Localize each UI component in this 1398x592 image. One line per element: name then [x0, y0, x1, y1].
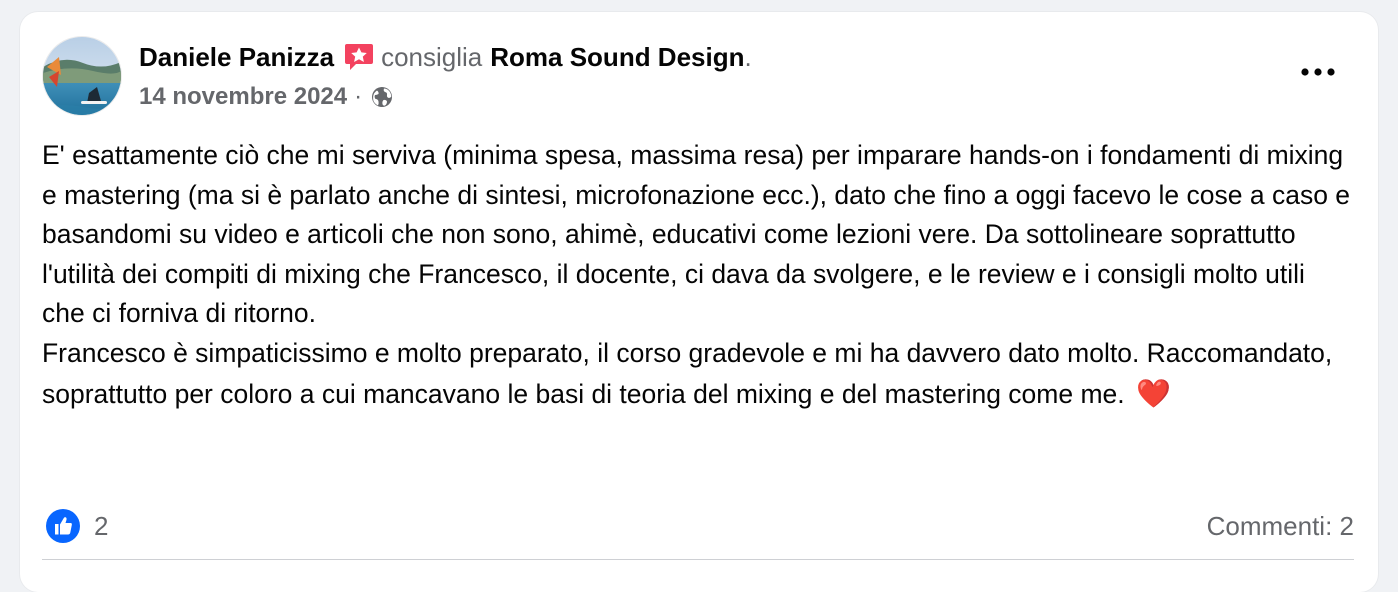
- header-period: .: [744, 42, 752, 72]
- post-body-text: E' esattamente ciò che mi serviva (minim…: [42, 140, 1351, 409]
- author-name[interactable]: Daniele Panizza: [139, 40, 334, 74]
- meta-separator: ·: [354, 83, 363, 110]
- author-avatar[interactable]: [42, 36, 122, 116]
- recommend-verb: consiglia: [381, 42, 483, 72]
- page-name-link[interactable]: Roma Sound Design: [490, 40, 744, 74]
- heart-emoji: ❤️: [1136, 377, 1171, 409]
- like-thumb-icon[interactable]: [46, 509, 80, 543]
- actions-divider: [42, 559, 1354, 560]
- review-post-card: Daniele Panizza consiglia Roma Sound Des…: [20, 12, 1378, 592]
- post-header: Daniele Panizza consiglia Roma Sound Des…: [139, 40, 752, 74]
- recommend-star-icon: [343, 41, 375, 73]
- more-options-button[interactable]: [1298, 58, 1338, 86]
- post-meta: 14 novembre 2024 ·: [139, 82, 394, 112]
- post-date[interactable]: 14 novembre 2024: [139, 82, 347, 112]
- post-body: E' esattamente ciò che mi serviva (minim…: [42, 136, 1352, 414]
- avatar-photo: [43, 37, 121, 115]
- comments-count-link[interactable]: Commenti: 2: [1207, 510, 1354, 542]
- globe-icon: [370, 85, 394, 109]
- like-count[interactable]: 2: [94, 510, 108, 542]
- more-options-icon: [1301, 68, 1335, 76]
